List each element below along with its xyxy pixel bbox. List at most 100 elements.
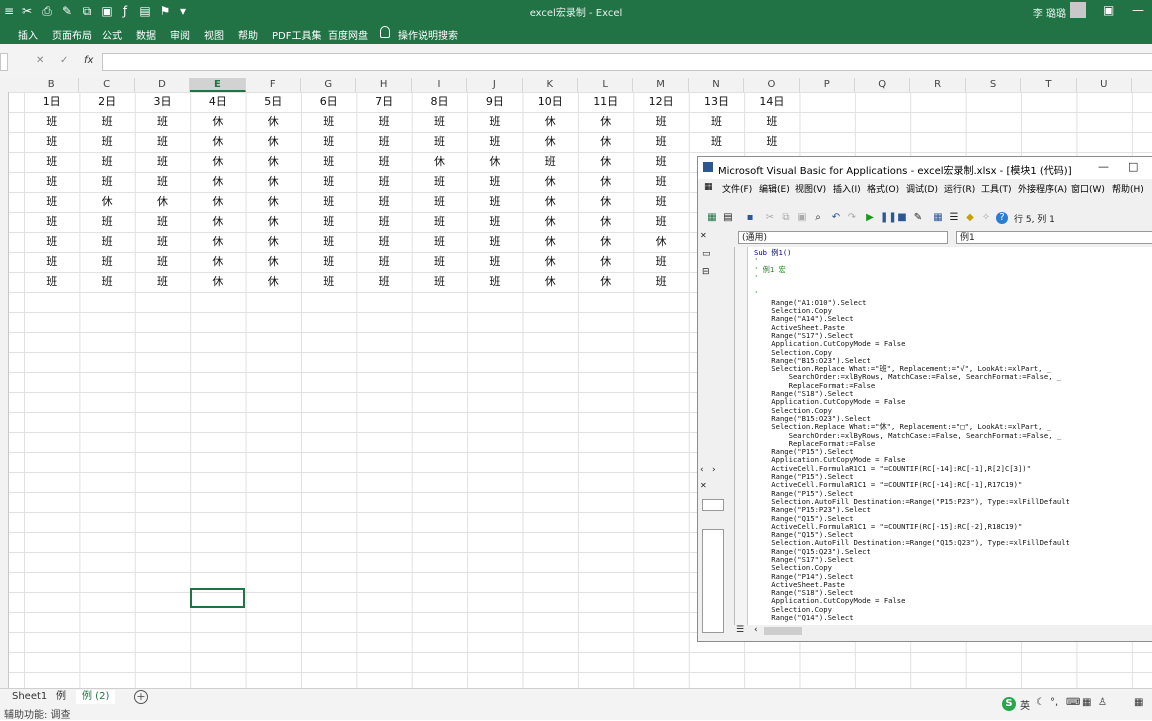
- table-cell[interactable]: 班: [356, 172, 411, 192]
- table-cell[interactable]: 班: [135, 172, 190, 192]
- sogou-input-icon[interactable]: S: [1002, 697, 1016, 711]
- vba-maximize-icon[interactable]: □: [1128, 160, 1138, 173]
- tab-baidu-netdisk[interactable]: 百度网盘: [328, 27, 368, 42]
- table-cell[interactable]: 班: [301, 152, 356, 172]
- properties-close-icon[interactable]: ✕: [700, 481, 707, 490]
- tell-me-search[interactable]: 操作说明搜索: [398, 27, 458, 42]
- skin-icon[interactable]: ▦: [1082, 697, 1091, 708]
- cut-icon[interactable]: ✂: [764, 212, 776, 224]
- table-cell[interactable]: 休: [523, 192, 578, 212]
- table-cell[interactable]: 休: [578, 232, 633, 252]
- table-cell[interactable]: 休: [79, 192, 134, 212]
- column-header-p[interactable]: P: [800, 78, 855, 92]
- column-header-m[interactable]: M: [633, 78, 689, 92]
- header-cell[interactable]: 14日: [744, 92, 799, 112]
- table-cell[interactable]: 休: [523, 172, 578, 192]
- avatar[interactable]: [1070, 2, 1086, 18]
- table-cell[interactable]: 休: [246, 152, 301, 172]
- table-cell[interactable]: 休: [190, 192, 245, 212]
- moon-icon[interactable]: ☾: [1036, 697, 1045, 708]
- table-cell[interactable]: 班: [633, 152, 688, 172]
- table-cell[interactable]: 休: [190, 232, 245, 252]
- table-cell[interactable]: 休: [246, 192, 301, 212]
- vba-menu-run[interactable]: 运行(R): [944, 182, 975, 195]
- scroll-left-icon[interactable]: ‹: [700, 465, 704, 475]
- table-cell[interactable]: 休: [578, 212, 633, 232]
- column-header-k[interactable]: K: [523, 78, 578, 92]
- code-line[interactable]: ' 例1 宏: [754, 265, 1152, 274]
- table-cell[interactable]: 休: [190, 252, 245, 272]
- table-cell[interactable]: 班: [135, 272, 190, 292]
- table-cell[interactable]: 班: [356, 112, 411, 132]
- table-cell[interactable]: 班: [24, 272, 79, 292]
- tab-review[interactable]: 审阅: [170, 27, 190, 42]
- table-cell[interactable]: 休: [246, 232, 301, 252]
- table-cell[interactable]: 休: [246, 112, 301, 132]
- find-icon[interactable]: ⌕: [812, 212, 824, 224]
- header-cell[interactable]: 13日: [689, 92, 744, 112]
- tab-view[interactable]: 视图: [204, 27, 224, 42]
- column-header-q[interactable]: Q: [855, 78, 911, 92]
- table-cell[interactable]: 休: [523, 252, 578, 272]
- column-header-u[interactable]: U: [1077, 78, 1132, 92]
- tab-pdf-tools[interactable]: PDF工具集: [272, 27, 321, 42]
- table-cell[interactable]: 班: [467, 192, 522, 212]
- toolbox-icon[interactable]: ✧: [980, 212, 992, 224]
- table-cell[interactable]: 休: [578, 152, 633, 172]
- table-cell[interactable]: 班: [412, 132, 467, 152]
- table-cell[interactable]: 班: [79, 212, 134, 232]
- tab-data[interactable]: 数据: [136, 27, 156, 42]
- column-header-n[interactable]: N: [689, 78, 745, 92]
- enter-icon[interactable]: ✓: [60, 55, 68, 66]
- header-cell[interactable]: 10日: [523, 92, 578, 112]
- sheet-tab-sheet1[interactable]: Sheet1: [6, 690, 53, 704]
- scroll-left-arrow-icon[interactable]: ‹: [754, 625, 758, 635]
- table-cell[interactable]: 休: [190, 272, 245, 292]
- table-cell[interactable]: 休: [633, 232, 688, 252]
- project-close-icon[interactable]: ✕: [700, 231, 707, 240]
- table-cell[interactable]: 班: [79, 152, 134, 172]
- table-cell[interactable]: 班: [467, 172, 522, 192]
- header-cell[interactable]: 7日: [356, 92, 411, 112]
- table-cell[interactable]: 休: [578, 132, 633, 152]
- tab-help[interactable]: 帮助: [238, 27, 258, 42]
- column-header-l[interactable]: L: [578, 78, 634, 92]
- expand-icon[interactable]: ⊟: [702, 267, 710, 277]
- table-cell[interactable]: 班: [79, 172, 134, 192]
- column-header-b[interactable]: B: [24, 78, 80, 92]
- table-cell[interactable]: 班: [135, 132, 190, 152]
- table-cell[interactable]: 休: [523, 212, 578, 232]
- table-cell[interactable]: 班: [24, 112, 79, 132]
- table-cell[interactable]: 班: [135, 112, 190, 132]
- table-cell[interactable]: 班: [633, 172, 688, 192]
- redo-icon[interactable]: ↷: [846, 212, 858, 224]
- shirt-icon[interactable]: ♙: [1098, 697, 1107, 708]
- table-cell[interactable]: 班: [412, 252, 467, 272]
- ribbon-options-icon[interactable]: ▣: [1103, 3, 1114, 17]
- table-cell[interactable]: 班: [301, 272, 356, 292]
- help-icon[interactable]: ?: [996, 212, 1008, 224]
- cancel-icon[interactable]: ✕: [36, 55, 44, 66]
- object-browser-icon[interactable]: ◆: [964, 212, 976, 224]
- table-cell[interactable]: 休: [412, 152, 467, 172]
- table-cell[interactable]: 班: [79, 272, 134, 292]
- punctuation-icon[interactable]: °,: [1050, 697, 1058, 708]
- table-cell[interactable]: 休: [246, 212, 301, 232]
- table-cell[interactable]: 班: [135, 152, 190, 172]
- minimize-icon[interactable]: —: [1132, 3, 1144, 17]
- code-line[interactable]: [754, 282, 1152, 290]
- table-cell[interactable]: 休: [246, 132, 301, 152]
- table-cell[interactable]: 休: [523, 232, 578, 252]
- table-cell[interactable]: 班: [689, 132, 744, 152]
- reset-icon[interactable]: ■: [896, 212, 908, 224]
- column-header-f[interactable]: F: [246, 78, 301, 92]
- formula-input[interactable]: [102, 53, 1152, 71]
- column-header-r[interactable]: R: [910, 78, 966, 92]
- procedure-dropdown[interactable]: 例1: [956, 231, 1152, 244]
- table-cell[interactable]: 休: [523, 132, 578, 152]
- table-cell[interactable]: 班: [633, 132, 688, 152]
- table-cell[interactable]: 休: [467, 152, 522, 172]
- header-cell[interactable]: 2日: [79, 92, 134, 112]
- keyboard-icon[interactable]: ⌨: [1066, 697, 1080, 708]
- excel-icon[interactable]: ▦: [706, 212, 718, 224]
